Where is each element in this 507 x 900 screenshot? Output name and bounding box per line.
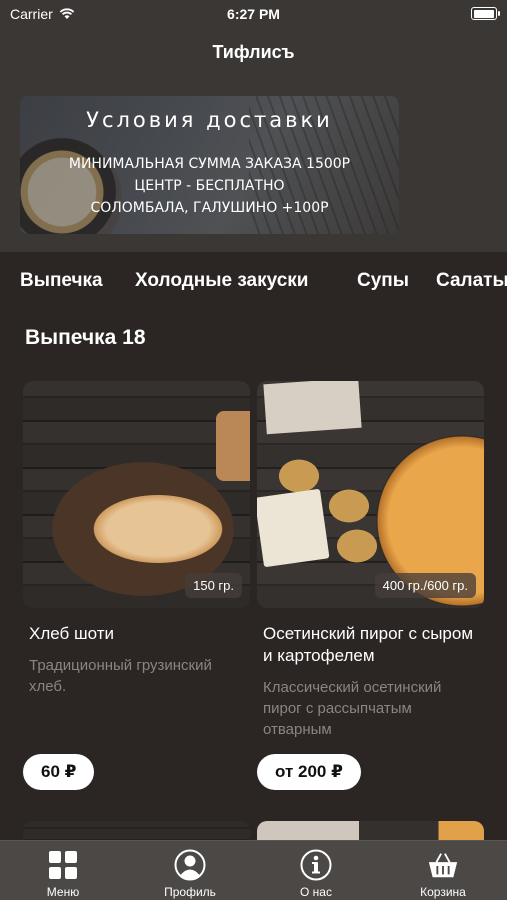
banner-line-districts: СОЛОМБАЛА, ГАЛУШИНО +100Р [90, 200, 329, 216]
product-image[interactable]: 150 гр. [23, 381, 250, 608]
tab-label-cart: Корзина [420, 885, 466, 899]
category-tab-soups[interactable]: Супы [357, 270, 409, 292]
tab-bar: Меню Профиль О нас Корзина [0, 840, 507, 900]
price-button[interactable]: от 200 ₽ [257, 754, 361, 790]
status-bar: Carrier 6:27 PM [0, 0, 507, 30]
tab-menu[interactable]: Меню [0, 841, 126, 900]
tab-profile[interactable]: Профиль [127, 841, 253, 900]
product-card[interactable]: 150 гр. Хлеб шоти Традиционный грузински… [23, 381, 250, 790]
tab-about[interactable]: О нас [253, 841, 379, 900]
product-name: Хлеб шоти [29, 624, 114, 643]
banner-line-min-order: МИНИМАЛЬНАЯ СУММА ЗАКАЗА 1500Р [68, 156, 351, 172]
tab-label-about: О нас [300, 885, 332, 899]
product-description: Классический осетинский пирог с рассыпча… [263, 679, 442, 738]
product-name: Осетинский пирог с сыром и картофелем [263, 624, 474, 665]
banner-line-center: ЦЕНТР - БЕСПЛАТНО [134, 178, 285, 194]
page-title: Тифлисъ [212, 42, 295, 62]
price-button[interactable]: 60 ₽ [23, 754, 95, 790]
product-card[interactable]: 400 гр./600 гр. Осетинский пирог с сыром… [257, 381, 484, 790]
battery-icon [471, 7, 500, 20]
basket-icon [427, 849, 459, 881]
category-tab-cold-snacks[interactable]: Холодные закуски [135, 270, 308, 292]
tab-label-menu: Меню [46, 885, 80, 899]
product-description: Традиционный грузинский хлеб. [29, 657, 212, 695]
delivery-banner[interactable]: Условия доставки МИНИМАЛЬНАЯ СУММА ЗАКАЗ… [20, 96, 399, 234]
banner-title: Условия доставки [86, 108, 333, 132]
status-time: 6:27 PM [227, 6, 280, 22]
category-tab-bakery[interactable]: Выпечка [20, 270, 103, 292]
section-title: Выпечка 18 [25, 326, 146, 349]
category-tabs: Выпечка Холодные закуски Супы Салаты [0, 252, 507, 308]
grid-icon [47, 849, 79, 881]
info-icon [300, 849, 332, 881]
weight-badge: 150 гр. [185, 573, 242, 598]
weight-badge: 400 гр./600 гр. [374, 573, 476, 598]
category-tab-salads[interactable]: Салаты [436, 270, 507, 292]
battery-fill [473, 9, 494, 18]
tab-label-profile: Профиль [164, 885, 216, 899]
product-image[interactable]: 400 гр./600 гр. [257, 381, 484, 608]
tab-cart[interactable]: Корзина [380, 841, 506, 900]
profile-icon [174, 849, 206, 881]
